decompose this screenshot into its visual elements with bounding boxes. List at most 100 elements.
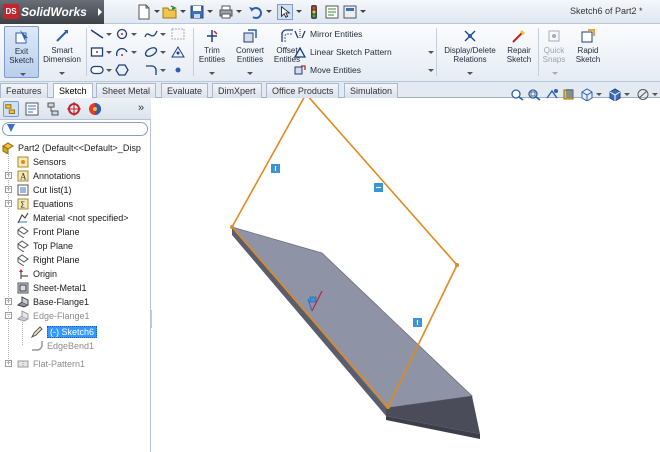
configuration-manager-tab-icon[interactable] [45, 101, 61, 117]
sketch-endpoint[interactable] [455, 263, 459, 267]
tree-item-label: Sheet-Metal1 [33, 283, 87, 293]
options-icon[interactable] [342, 4, 358, 20]
base-flange-face[interactable] [230, 226, 473, 409]
new-dropdown-icon[interactable] [154, 10, 160, 13]
tree-item-label: Annotations [33, 171, 81, 181]
mirror-entities-button[interactable]: Mirror Entities [294, 27, 362, 41]
print-icon[interactable] [218, 4, 234, 20]
open-dropdown-icon[interactable] [180, 10, 186, 13]
tree-item-equations[interactable]: Σ Equations [17, 197, 73, 211]
tree-root-part[interactable]: Part2 (Default<<Default>_Disp [2, 141, 141, 155]
exit-sketch-button[interactable]: Exit Sketch [4, 26, 39, 78]
arc-icon[interactable] [115, 46, 129, 58]
tab-office-products[interactable]: Office Products [266, 83, 340, 98]
edge-bend-icon [32, 341, 43, 351]
save-dropdown-icon[interactable] [207, 10, 213, 13]
trim-dropdown-icon[interactable] [209, 72, 215, 75]
tab-evaluate[interactable]: Evaluate [161, 83, 209, 98]
vertical-relation-glyph[interactable] [271, 164, 280, 173]
ellipse-icon[interactable] [144, 46, 158, 58]
linear-pattern-dropdown-icon[interactable] [428, 51, 434, 54]
rapid-sketch-button[interactable]: Rapid Sketch [572, 26, 604, 64]
tree-item-label: Base-Flange1 [33, 297, 90, 307]
tab-dimxpert[interactable]: DimXpert [212, 83, 262, 98]
rebuild-traffic-light-icon[interactable] [306, 4, 322, 20]
tree-item-top-plane[interactable]: Top Plane [17, 239, 73, 253]
dimxpert-manager-tab-icon[interactable] [66, 101, 82, 117]
vertical-relation-glyph-right[interactable] [413, 318, 422, 327]
tree-item-label: Material <not specified> [33, 213, 129, 223]
sketch-line-top[interactable] [306, 98, 458, 266]
expand-panel-chevron-icon[interactable]: » [138, 102, 144, 114]
undo-dropdown-icon[interactable] [266, 10, 272, 13]
solidworks-logo[interactable]: DS SolidWorks [0, 0, 104, 24]
feature-tree-tab-icon[interactable] [3, 101, 19, 117]
tree-item-flat-pattern1[interactable]: Flat-Pattern1 [17, 357, 86, 371]
move-entities-button[interactable]: Move Entities [294, 63, 361, 77]
rectangle-icon[interactable] [90, 46, 104, 58]
convert-dropdown-icon[interactable] [247, 72, 253, 75]
display-manager-tab-icon[interactable] [87, 101, 103, 117]
sketch-point-icon[interactable] [171, 64, 185, 76]
tree-item-edgebend1[interactable]: EdgeBend1 [32, 339, 94, 353]
property-manager-tab-icon[interactable] [24, 101, 40, 117]
circle-icon[interactable] [115, 28, 129, 40]
spline-icon[interactable] [144, 28, 158, 40]
horizontal-relation-glyph[interactable] [374, 183, 383, 192]
linear-sketch-pattern-button[interactable]: Linear Sketch Pattern [294, 45, 392, 59]
smart-dimension-dropdown-icon[interactable] [59, 72, 65, 75]
tab-sketch[interactable]: Sketch [53, 83, 93, 99]
feature-tree-filter[interactable] [2, 122, 148, 136]
tree-item-cut-list[interactable]: Cut list(1) [17, 183, 72, 197]
slot-icon[interactable] [90, 64, 104, 76]
view-orientation-dropdown-icon[interactable] [596, 93, 602, 96]
tree-item-front-plane[interactable]: Front Plane [17, 225, 80, 239]
trim-entities-button[interactable]: Trim Entities [196, 26, 228, 75]
graphics-area[interactable] [152, 88, 660, 452]
quick-snaps-button[interactable]: Quick Snaps [540, 26, 568, 75]
model-viewport[interactable] [152, 98, 660, 452]
sketch-line-left[interactable] [231, 98, 306, 228]
file-properties-icon[interactable] [324, 4, 340, 20]
display-style-dropdown-icon[interactable] [624, 93, 630, 96]
options-dropdown-icon[interactable] [360, 10, 366, 13]
tree-item-sketch6[interactable]: (-) Sketch6 [31, 325, 98, 339]
tree-item-edge-flange1[interactable]: Edge-Flange1 [17, 309, 90, 323]
polygon-icon[interactable] [115, 64, 129, 76]
hide-show-dropdown-icon[interactable] [652, 93, 658, 96]
display-delete-relations-button[interactable]: Display/Delete Relations [440, 26, 500, 75]
sketch-endpoint[interactable] [230, 225, 234, 229]
relations-dropdown-icon[interactable] [467, 72, 473, 75]
print-dropdown-icon[interactable] [236, 10, 242, 13]
tree-item-base-flange1[interactable]: Base-Flange1 [17, 295, 90, 309]
convert-entities-button[interactable]: Convert Entities [232, 26, 268, 75]
tree-item-right-plane[interactable]: Right Plane [17, 253, 80, 267]
tree-item-sensors[interactable]: Sensors [17, 155, 66, 169]
tree-item-sheet-metal1[interactable]: Sheet-Metal1 [17, 281, 87, 295]
point-icon[interactable] [171, 46, 185, 58]
tab-features[interactable]: Features [0, 83, 48, 98]
fillet-icon[interactable] [144, 64, 158, 76]
undo-icon[interactable] [248, 4, 264, 20]
sketch-endpoint[interactable] [386, 405, 390, 409]
select-pointer-icon[interactable] [277, 4, 293, 20]
linear-pattern-icon [294, 46, 306, 58]
tree-item-material[interactable]: Material <not specified> [17, 211, 129, 225]
line-icon[interactable] [90, 28, 104, 40]
tab-simulation[interactable]: Simulation [344, 83, 399, 98]
quick-snaps-dropdown-icon[interactable] [552, 72, 558, 75]
select-dropdown-icon[interactable] [296, 10, 302, 13]
smart-dimension-button[interactable]: Smart Dimension [41, 26, 83, 75]
construction-grid-icon[interactable] [171, 28, 185, 40]
save-icon[interactable] [189, 4, 205, 20]
tree-item-label: Flat-Pattern1 [33, 359, 86, 369]
open-folder-icon[interactable] [162, 4, 178, 20]
tree-item-annotations[interactable]: A Annotations [17, 169, 81, 183]
repair-sketch-button[interactable]: Repair Sketch [503, 26, 535, 64]
tab-sheet-metal[interactable]: Sheet Metal [96, 83, 157, 98]
tree-item-origin[interactable]: Origin [19, 267, 57, 281]
move-dropdown-icon[interactable] [428, 69, 434, 72]
new-document-icon[interactable] [136, 4, 152, 20]
exit-sketch-dropdown-icon[interactable] [20, 73, 26, 76]
menu-flyout-arrow-icon[interactable] [98, 8, 102, 16]
